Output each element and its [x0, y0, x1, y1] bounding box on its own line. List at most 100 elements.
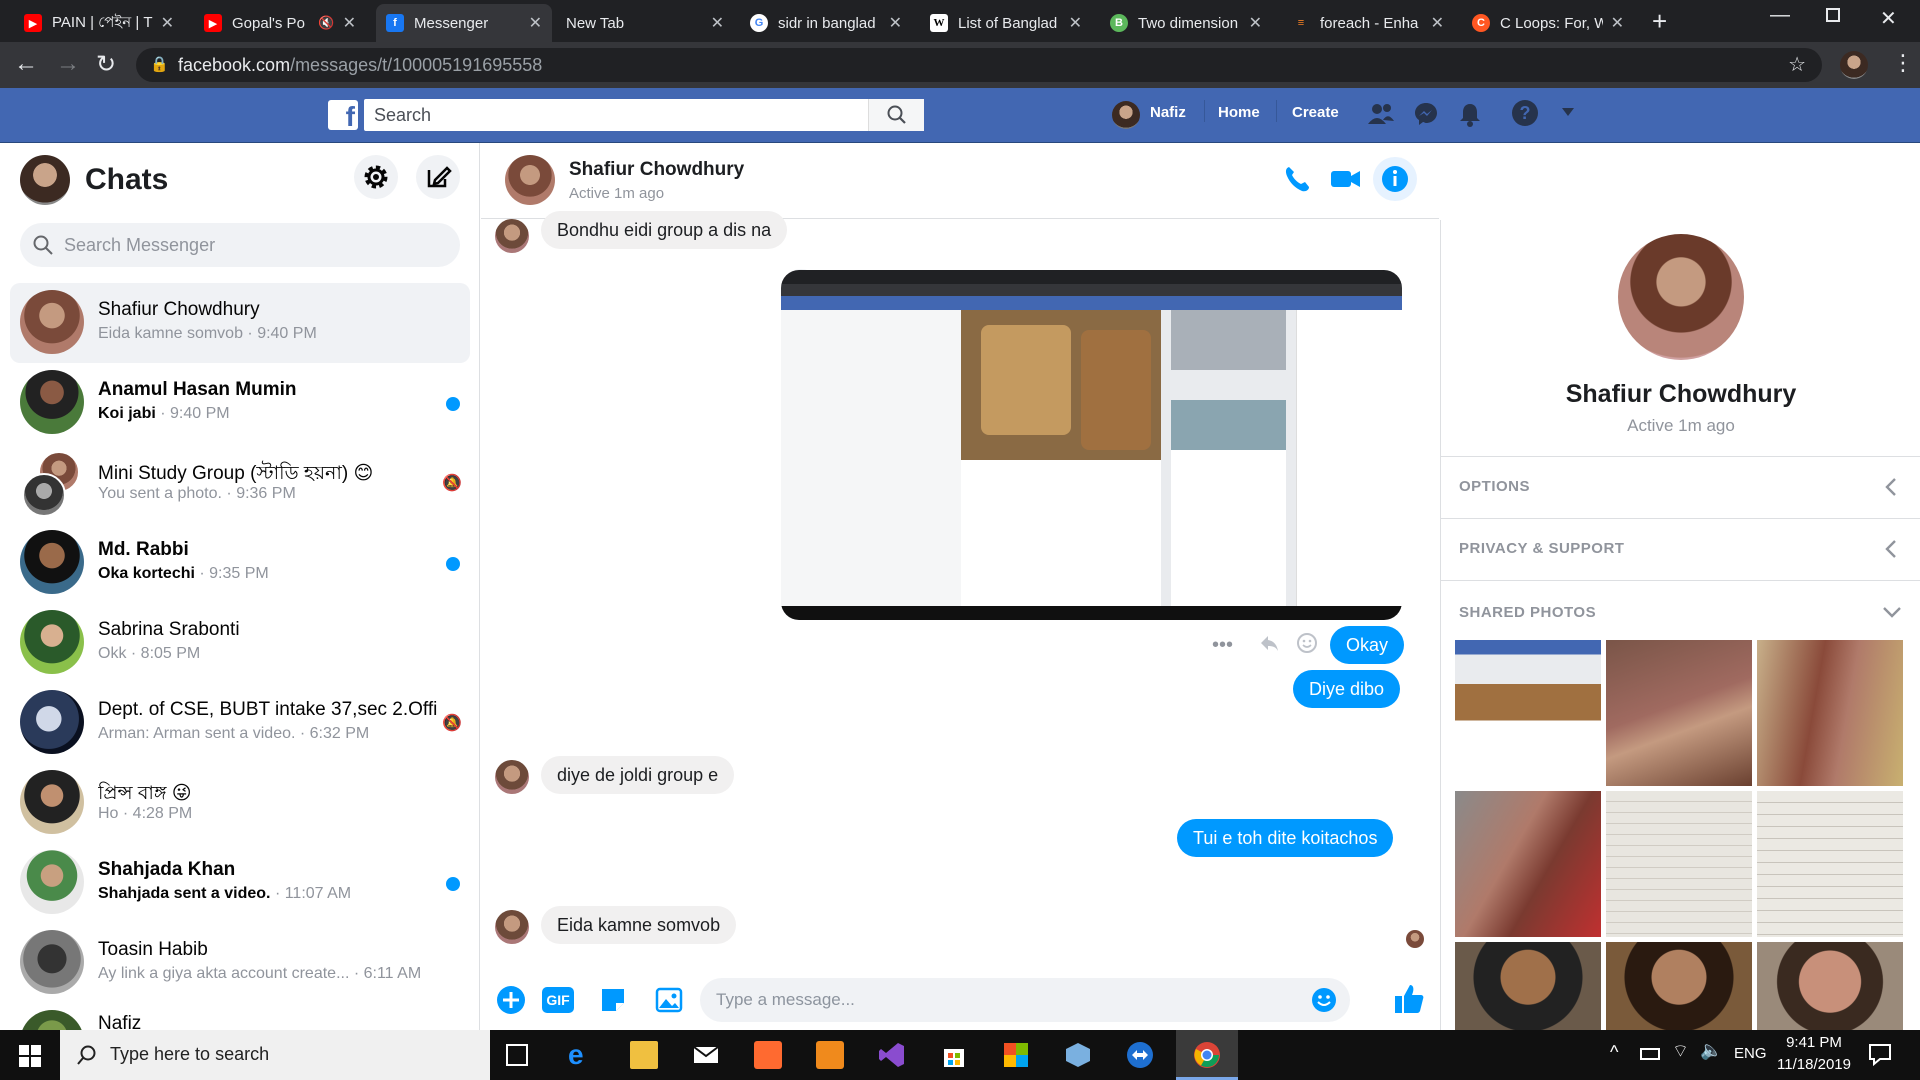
shared-photo[interactable]: [1757, 942, 1903, 1030]
contact-name[interactable]: Shafiur Chowdhury: [569, 159, 744, 181]
profile-avatar[interactable]: [1840, 51, 1868, 79]
close-icon[interactable]: ✕: [1249, 13, 1262, 33]
close-icon[interactable]: ✕: [1431, 13, 1444, 33]
shared-photo[interactable]: [1455, 640, 1601, 786]
virtualbox-icon[interactable]: [1064, 1041, 1092, 1069]
chat-row-sabrina[interactable]: Sabrina Srabonti Okk · 8:05 PM: [10, 603, 470, 683]
input-language[interactable]: ENG: [1734, 1045, 1767, 1062]
notifications-bell-icon[interactable]: [1456, 100, 1484, 128]
reload-icon[interactable]: ↻: [96, 50, 116, 79]
browser-tab[interactable]: W List of Banglad ✕: [920, 4, 1092, 42]
volume-icon[interactable]: 🔈: [1700, 1040, 1722, 1061]
more-actions-button[interactable]: [496, 985, 526, 1015]
create-link[interactable]: Create: [1292, 104, 1339, 121]
chat-row-anamul[interactable]: Anamul Hasan Mumin Koi jabi · 9:40 PM: [10, 363, 470, 443]
mail-icon[interactable]: [692, 1041, 720, 1069]
shared-photo[interactable]: [1606, 942, 1752, 1030]
dropdown-caret-icon[interactable]: [1560, 106, 1576, 118]
chat-row-dept-cse[interactable]: Dept. of CSE, BUBT intake 37,sec 2.Offic…: [10, 683, 470, 763]
wifi-icon[interactable]: ⌔: [1672, 1040, 1689, 1063]
react-emoji-icon[interactable]: [1296, 632, 1318, 654]
new-message-button[interactable]: [416, 155, 460, 199]
friend-requests-icon[interactable]: [1366, 100, 1396, 128]
chat-row-shafiur[interactable]: Shafiur Chowdhury Eida kamne somvob · 9:…: [10, 283, 470, 363]
home-link[interactable]: Home: [1218, 104, 1260, 121]
sublime-text-icon[interactable]: [816, 1041, 844, 1069]
user-avatar[interactable]: [1112, 101, 1140, 129]
new-tab-plus-icon[interactable]: +: [1652, 6, 1667, 37]
colorful-app-icon[interactable]: [1002, 1041, 1030, 1069]
chat-row-shahjada[interactable]: Shahjada Khan Shahjada sent a video. · 1…: [10, 843, 470, 923]
browser-tab[interactable]: ▶ PAIN | পেইন | T ✕: [14, 4, 184, 42]
search-button[interactable]: [868, 99, 924, 131]
chat-row-toasin[interactable]: Toasin Habib Ay link a giya akta account…: [10, 923, 470, 1003]
speaker-muted-icon[interactable]: 🔇: [318, 15, 334, 31]
browser-tab[interactable]: ≡ foreach - Enha ✕: [1282, 4, 1454, 42]
browser-tab[interactable]: ▶ Gopal's Po 🔇 ✕: [194, 4, 366, 42]
bookmark-star-icon[interactable]: ☆: [1788, 48, 1806, 82]
shared-photo[interactable]: [1455, 942, 1601, 1030]
message-incoming[interactable]: Eida kamne somvob: [541, 906, 737, 944]
close-icon[interactable]: ✕: [711, 13, 724, 33]
browser-tab[interactable]: C C Loops: For, W ✕: [1462, 4, 1634, 42]
action-center-icon[interactable]: [1868, 1042, 1892, 1066]
photo-button[interactable]: [654, 985, 684, 1015]
chat-row-rabbi[interactable]: Md. Rabbi Oka kortechi · 9:35 PM: [10, 523, 470, 603]
browser-tab[interactable]: B Two dimension ✕: [1100, 4, 1272, 42]
windows-start-icon[interactable]: [18, 1044, 42, 1068]
close-icon[interactable]: ✕: [889, 13, 902, 33]
close-icon[interactable]: ✕: [1069, 13, 1082, 33]
facebook-search-input[interactable]: Search: [364, 99, 924, 131]
settings-button[interactable]: [354, 155, 398, 199]
chrome-taskbar-button[interactable]: [1176, 1030, 1238, 1080]
help-icon[interactable]: ?: [1512, 100, 1538, 126]
close-icon[interactable]: ✕: [1611, 13, 1624, 33]
options-section-toggle[interactable]: OPTIONS: [1441, 456, 1920, 518]
minimize-icon[interactable]: —: [1770, 4, 1790, 27]
browser-tab-active[interactable]: f Messenger ✕: [376, 4, 552, 42]
message-input[interactable]: Type a message...: [700, 978, 1350, 1022]
teamviewer-icon[interactable]: [1126, 1041, 1154, 1069]
like-button[interactable]: [1392, 982, 1426, 1016]
shared-photo[interactable]: [1757, 640, 1903, 786]
privacy-section-toggle[interactable]: PRIVACY & SUPPORT: [1441, 518, 1920, 580]
close-icon[interactable]: ✕: [529, 13, 542, 33]
messenger-icon[interactable]: [1412, 100, 1440, 128]
taskbar-search-box[interactable]: Type here to search: [60, 1030, 490, 1080]
visual-studio-icon[interactable]: [878, 1041, 906, 1069]
task-view-icon[interactable]: [506, 1044, 528, 1066]
close-window-icon[interactable]: ✕: [1880, 6, 1897, 31]
message-incoming[interactable]: Bondhu eidi group a dis na: [541, 211, 788, 249]
sticker-button[interactable]: [598, 985, 628, 1015]
more-options-icon[interactable]: •••: [1212, 634, 1233, 657]
contact-avatar[interactable]: [505, 155, 555, 205]
user-avatar[interactable]: [20, 155, 70, 205]
forward-arrow-icon[interactable]: →: [56, 50, 80, 78]
message-outgoing[interactable]: Tui e toh dite koitachos: [1177, 819, 1394, 857]
message-outgoing[interactable]: Diye dibo: [1293, 670, 1401, 708]
close-icon[interactable]: ✕: [161, 13, 174, 33]
shared-photo[interactable]: [1606, 791, 1752, 937]
message-outgoing[interactable]: Okay: [1330, 626, 1405, 664]
chat-row-prince[interactable]: প্রিন্স বাঙ্গ 😜 Ho · 4:28 PM: [10, 763, 470, 843]
shared-screenshot-image[interactable]: [781, 270, 1402, 620]
contact-profile-photo[interactable]: [1618, 234, 1744, 360]
address-bar[interactable]: 🔒 facebook.com/messages/t/10000519169555…: [136, 48, 1822, 82]
chat-row-mini-study-group[interactable]: Mini Study Group (স্টাডি হয়না) 😊 You se…: [10, 443, 470, 523]
file-explorer-icon[interactable]: [630, 1041, 658, 1069]
back-arrow-icon[interactable]: ←: [14, 50, 38, 78]
maximize-icon[interactable]: [1826, 8, 1840, 22]
message-incoming[interactable]: diye de joldi group e: [541, 756, 735, 794]
conversation-info-button[interactable]: [1373, 157, 1417, 201]
shared-photo[interactable]: [1606, 640, 1752, 786]
menu-kebab-icon[interactable]: ⋮: [1892, 50, 1914, 76]
contact-name[interactable]: Shafiur Chowdhury: [1441, 380, 1920, 409]
microsoft-store-icon[interactable]: [940, 1041, 968, 1069]
reply-icon[interactable]: [1258, 632, 1280, 654]
clock-date[interactable]: 11/18/2019: [1772, 1056, 1856, 1073]
shared-photo[interactable]: [1757, 791, 1903, 937]
edge-browser-icon[interactable]: e: [568, 1041, 596, 1069]
browser-tab[interactable]: New Tab ✕: [556, 4, 734, 42]
voice-call-button[interactable]: [1281, 163, 1313, 195]
video-call-button[interactable]: [1329, 165, 1363, 193]
